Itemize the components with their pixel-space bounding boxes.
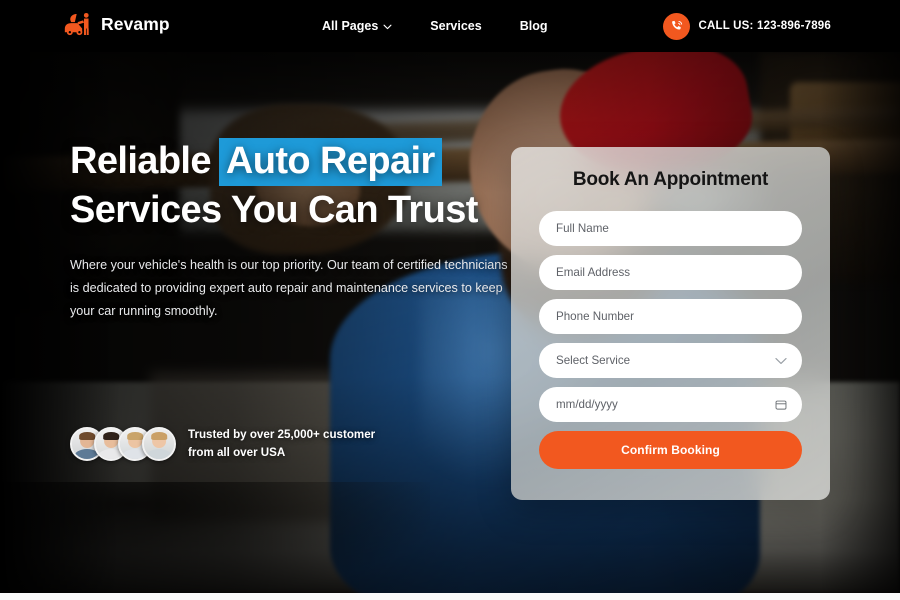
- call-us-label: CALL US: 123-896-7896: [698, 20, 831, 32]
- booking-form-title: Book An Appointment: [572, 169, 769, 190]
- chevron-down-icon: [383, 19, 392, 33]
- main-navigation: All Pages Services Blog: [322, 0, 548, 52]
- customer-avatars: [70, 427, 176, 461]
- confirm-booking-button[interactable]: Confirm Booking: [539, 431, 802, 469]
- brand-name: Revamp: [101, 13, 170, 34]
- car-repair-logo-icon: [63, 11, 94, 37]
- phone-number-placeholder: Phone Number: [556, 310, 634, 323]
- appointment-date-input[interactable]: mm/dd/yyyy: [539, 387, 802, 422]
- avatar-customer-4: [142, 427, 176, 461]
- call-us-link[interactable]: CALL US: 123-896-7896: [662, 0, 831, 52]
- select-service-placeholder: Select Service: [556, 354, 631, 367]
- appointment-date-placeholder: mm/dd/yyyy: [556, 398, 618, 411]
- nav-item-services[interactable]: Services: [430, 19, 481, 33]
- hero-heading: Reliable Auto Repair Services You Can Tr…: [70, 138, 520, 234]
- nav-item-all-pages[interactable]: All Pages: [322, 19, 392, 33]
- hero-heading-highlight: Auto Repair: [218, 138, 442, 186]
- select-service-dropdown[interactable]: Select Service: [539, 343, 802, 378]
- email-address-placeholder: Email Address: [556, 266, 631, 279]
- hero-heading-part2: Services You Can Trust: [70, 189, 478, 231]
- bottom-strip: [0, 593, 900, 600]
- phone-ringing-icon: [662, 12, 690, 40]
- trust-text: Trusted by over 25,000+ customer from al…: [188, 426, 375, 462]
- trust-badge: Trusted by over 25,000+ customer from al…: [70, 426, 375, 462]
- nav-item-services-label: Services: [430, 19, 482, 33]
- calendar-icon[interactable]: [775, 399, 787, 411]
- hero-paragraph: Where your vehicle's health is our top p…: [70, 258, 508, 318]
- nav-item-blog-label: Blog: [519, 19, 548, 33]
- full-name-placeholder: Full Name: [556, 222, 609, 235]
- hero-heading-part1: Reliable: [70, 140, 212, 182]
- site-header: Revamp All Pages Services Blog CALL US: …: [0, 0, 900, 52]
- trust-text-line1: Trusted by over 25,000+ customer: [188, 428, 376, 441]
- hero-landing-page: Revamp All Pages Services Blog CALL US: …: [0, 0, 900, 600]
- nav-item-blog[interactable]: Blog: [520, 19, 548, 33]
- phone-number-input[interactable]: Phone Number: [539, 299, 802, 334]
- chevron-down-icon: [775, 357, 787, 365]
- email-address-input[interactable]: Email Address: [539, 255, 802, 290]
- full-name-input[interactable]: Full Name: [539, 211, 802, 246]
- brand-logo[interactable]: Revamp: [63, 11, 170, 37]
- nav-item-all-pages-label: All Pages: [322, 19, 379, 33]
- trust-text-line2: from all over USA: [188, 446, 286, 459]
- booking-form-card: Book An Appointment Full Name Email Addr…: [511, 147, 830, 500]
- hero-copy: Reliable Auto Repair Services You Can Tr…: [70, 138, 520, 323]
